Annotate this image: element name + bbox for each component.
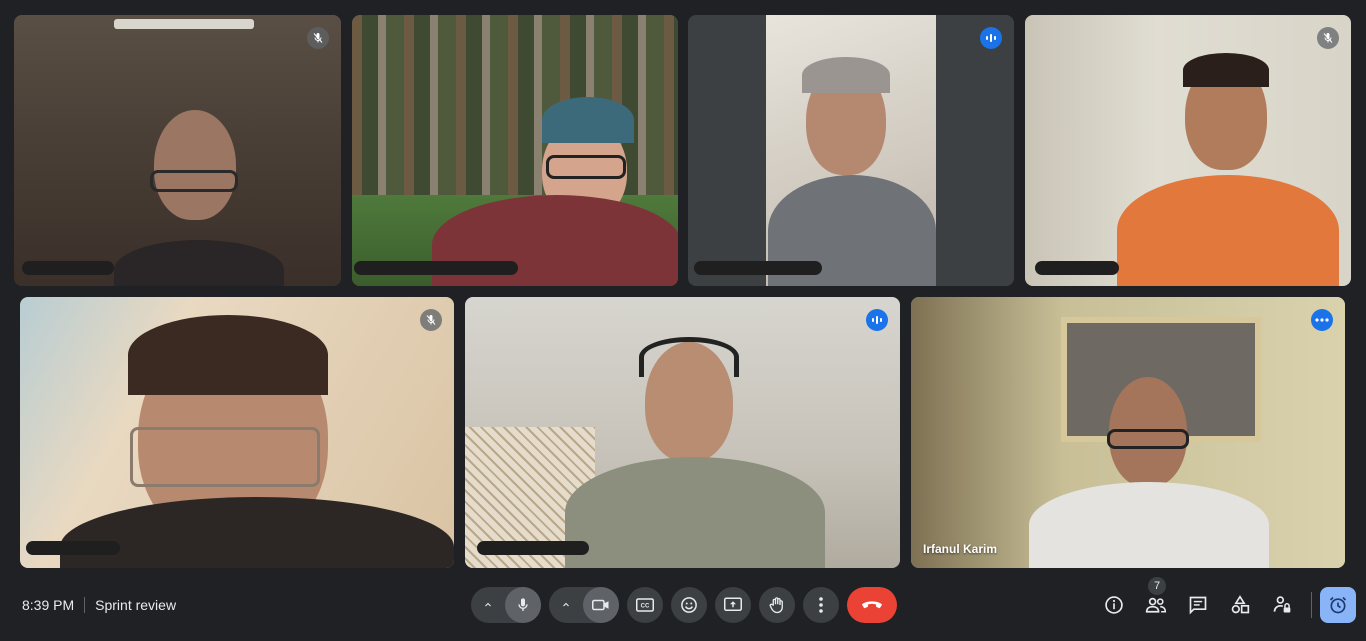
camera-button[interactable] (583, 587, 619, 623)
participant-hair (128, 315, 328, 395)
name-label-redacted (477, 541, 589, 555)
chat-icon (1189, 596, 1207, 615)
meeting-title: Sprint review (95, 597, 177, 613)
more-horiz-icon[interactable] (1311, 309, 1333, 331)
mic-off-icon (307, 27, 329, 49)
activities-button[interactable] (1219, 587, 1261, 623)
more-options-button[interactable] (803, 587, 839, 623)
participant-body (1029, 482, 1269, 568)
participant-tile[interactable] (352, 15, 678, 286)
participant-tile[interactable] (688, 15, 1014, 286)
glasses (1107, 429, 1189, 449)
emoji-icon (681, 597, 697, 613)
participant-cap (542, 97, 634, 143)
glasses (150, 170, 238, 192)
raise-hand-button[interactable] (759, 587, 795, 623)
host-controls-button[interactable] (1261, 587, 1303, 623)
alarm-icon (1329, 596, 1347, 614)
shapes-icon (1231, 595, 1250, 614)
call-controls: CC (471, 587, 897, 623)
control-bar: 8:39 PM Sprint review CC 7 (0, 575, 1366, 641)
emoji-button[interactable] (671, 587, 707, 623)
chat-button[interactable] (1177, 587, 1219, 623)
side-panel-buttons: 7 (1093, 577, 1366, 623)
speaking-indicator-icon (980, 27, 1002, 49)
people-icon (1145, 597, 1167, 613)
mic-control-group (471, 587, 541, 623)
mic-button[interactable] (505, 587, 541, 623)
glasses (130, 427, 320, 487)
present-button[interactable] (715, 587, 751, 623)
participant-tile[interactable] (465, 297, 900, 568)
more-vert-icon (819, 597, 823, 613)
video-grid: Irfanul Karim (0, 0, 1366, 575)
participant-tile[interactable] (20, 297, 454, 568)
name-label-redacted (26, 541, 120, 555)
participant-face (154, 110, 236, 220)
name-label-redacted (1035, 261, 1119, 275)
meeting-details-button[interactable] (1093, 587, 1135, 623)
meeting-info: 8:39 PM Sprint review (22, 597, 176, 613)
divider (84, 597, 86, 613)
end-call-icon (861, 601, 883, 609)
ceiling-light (114, 19, 254, 29)
divider (1311, 592, 1312, 618)
lock-person-icon (1273, 596, 1291, 613)
microphone-icon (518, 598, 528, 611)
participant-hair (802, 57, 890, 93)
participant-headset (639, 337, 739, 377)
closed-captions-icon: CC (636, 598, 654, 612)
timer-button[interactable] (1320, 587, 1356, 623)
participant-body (1117, 175, 1339, 286)
present-screen-icon (724, 597, 742, 611)
participant-tile-self[interactable]: Irfanul Karim (911, 297, 1345, 568)
name-label-redacted (22, 261, 114, 275)
hand-icon (769, 597, 783, 614)
speaking-indicator-icon (866, 309, 888, 331)
people-button[interactable]: 7 (1135, 577, 1177, 623)
mic-off-icon (420, 309, 442, 331)
participant-name: Irfanul Karim (923, 542, 998, 556)
name-label-redacted (354, 261, 518, 275)
captions-button[interactable]: CC (627, 587, 663, 623)
participant-hair (1183, 53, 1269, 87)
leave-call-button[interactable] (847, 587, 897, 623)
meeting-time: 8:39 PM (22, 597, 75, 613)
participant-count-badge: 7 (1148, 577, 1166, 595)
participant-tile[interactable] (14, 15, 341, 286)
chevron-up-icon[interactable] (549, 587, 583, 623)
mic-off-icon (1317, 27, 1339, 49)
svg-text:CC: CC (641, 604, 650, 610)
name-label-redacted (694, 261, 822, 275)
chevron-up-icon[interactable] (471, 587, 505, 623)
glasses (546, 155, 626, 179)
camera-control-group (549, 587, 619, 623)
info-icon (1105, 596, 1123, 614)
participant-body (565, 457, 825, 568)
participant-tile[interactable] (1025, 15, 1351, 286)
camera-icon (592, 599, 609, 611)
